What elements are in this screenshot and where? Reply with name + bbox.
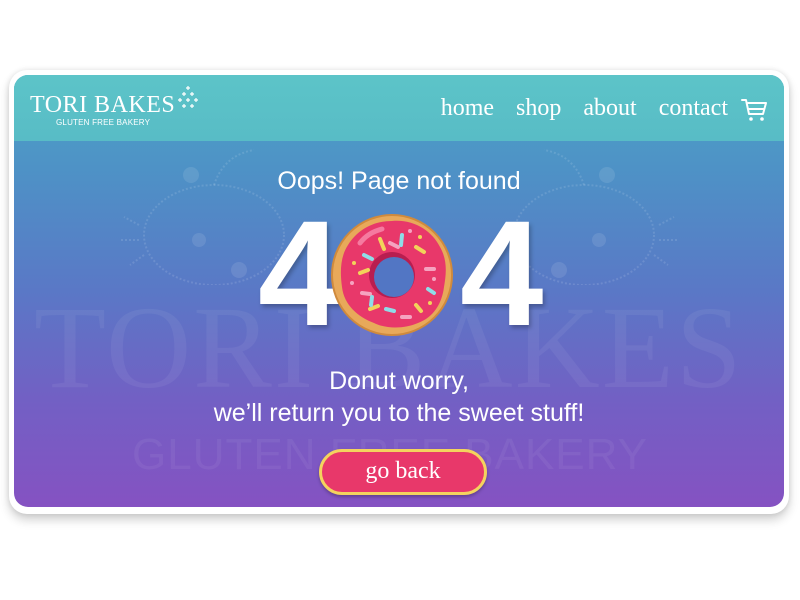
brand-logo[interactable]: TORI BAKES GLUTEN FREE BAKERY [30,86,198,127]
error-message-line-2: we’ll return you to the sweet stuff! [213,399,585,427]
error-message-line-1: Donut worry, [329,367,469,395]
donut-icon [331,214,453,336]
error-message: Donut worry, we’ll return you to the swe… [14,365,784,429]
go-back-button[interactable]: go back [319,449,487,495]
error-heading: Oops! Page not found [277,167,521,195]
error-code-digit-left: 4 [258,189,342,357]
brand-tagline: GLUTEN FREE BAKERY [56,118,151,127]
sparkle-icon [178,86,198,108]
nav-about[interactable]: about [583,95,636,122]
main-nav: home shop about contact [441,95,728,122]
error-code-digit-right: 4 [460,189,544,357]
nav-home[interactable]: home [441,95,494,122]
browser-frame: TORI BAKES GLUTEN FREE BAKERY TORI BAKES… [9,70,789,514]
site-header: TORI BAKES GLUTEN FREE BAKERY home shop … [14,75,784,141]
shopping-cart-icon[interactable] [740,97,768,123]
page-viewport: TORI BAKES GLUTEN FREE BAKERY TORI BAKES… [14,75,784,507]
brand-name: TORI BAKES [30,92,176,118]
nav-shop[interactable]: shop [516,95,561,122]
nav-contact[interactable]: contact [659,95,728,122]
